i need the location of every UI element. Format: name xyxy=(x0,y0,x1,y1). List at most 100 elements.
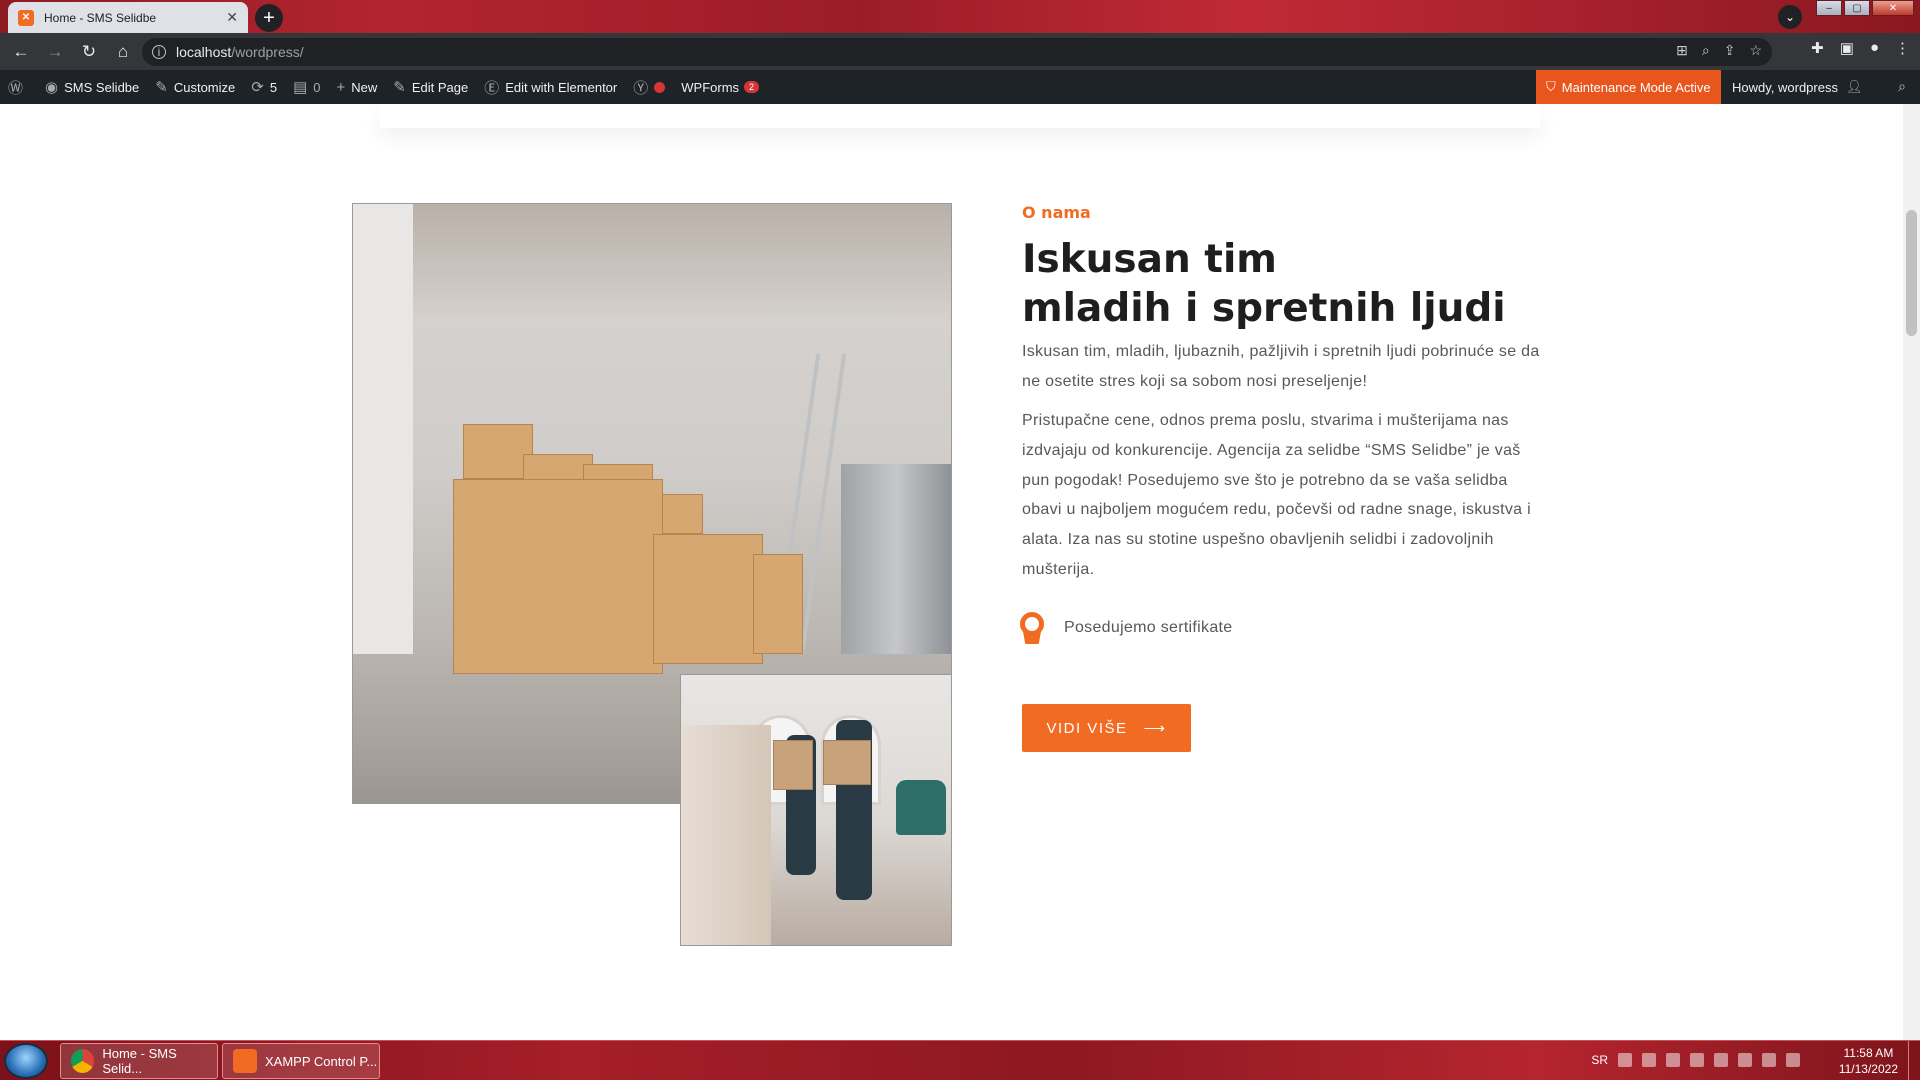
admin-edit-page[interactable]: ✎ Edit Page xyxy=(385,70,476,104)
browser-tab-strip: ✕ Home - SMS Selidbe ✕ + ⌄ – ▢ ✕ xyxy=(0,0,1920,33)
taskbar-chrome[interactable]: Home - SMS Selid... xyxy=(60,1043,218,1079)
flag-tray-icon[interactable] xyxy=(1738,1053,1752,1067)
howdy-label: Howdy, wordpress xyxy=(1732,79,1838,95)
admin-wpforms[interactable]: WPForms 2 xyxy=(673,70,767,104)
xampp-favicon-icon: ✕ xyxy=(18,9,34,26)
movers-carrying-boxes-image xyxy=(680,674,952,946)
customize-label: Customize xyxy=(173,79,236,95)
translate-icon[interactable]: ⊞ xyxy=(1676,42,1688,59)
scrollbar-thumb[interactable] xyxy=(1906,210,1917,336)
updates-count: 5 xyxy=(269,79,278,95)
extensions-icon[interactable]: ✚ xyxy=(1811,39,1824,57)
user-icon: 👤︎ xyxy=(1845,79,1863,94)
side-panel-icon[interactable]: ▣ xyxy=(1840,39,1854,57)
header-shadow xyxy=(380,104,1540,128)
pencil-icon: ✎ xyxy=(393,79,406,96)
tab-title: Home - SMS Selidbe xyxy=(44,10,157,25)
minimize-button[interactable]: – xyxy=(1816,0,1842,16)
taskbar-xampp[interactable]: XAMPP Control P... xyxy=(222,1043,380,1079)
seo-status-dot xyxy=(654,81,666,93)
bookmark-star-icon[interactable]: ☆ xyxy=(1749,42,1762,59)
admin-comments[interactable]: ▤ 0 xyxy=(285,70,328,104)
admin-edit-elementor[interactable]: Ⓔ Edit with Elementor xyxy=(476,70,625,104)
clock-time: 11:58 AM xyxy=(1843,1046,1894,1060)
xampp-task-label: XAMPP Control P... xyxy=(265,1053,378,1069)
home-icon[interactable]: ⌂ xyxy=(106,42,140,62)
usb-tray-icon[interactable] xyxy=(1690,1053,1704,1067)
maintenance-mode-badge[interactable]: ⛉ Maintenance Mode Active xyxy=(1536,70,1721,104)
reload-icon[interactable]: ↻ xyxy=(72,42,106,62)
url-host: localhost xyxy=(176,44,232,60)
admin-updates[interactable]: ⟳ 5 xyxy=(243,70,285,104)
comments-count: 0 xyxy=(313,79,321,95)
wordpress-logo[interactable]: Ⓦ xyxy=(0,70,37,104)
window-controls: – ▢ ✕ xyxy=(1814,0,1914,18)
dashboard-icon: ◉ xyxy=(45,79,59,96)
taskbar-clock[interactable]: 11:58 AM 11/13/2022 xyxy=(1839,1045,1898,1077)
network-tray-icon[interactable] xyxy=(1666,1053,1680,1067)
volume-tray-icon[interactable] xyxy=(1786,1053,1800,1067)
elementor-icon: Ⓔ xyxy=(484,79,500,97)
admin-yoast[interactable]: Ⓨ xyxy=(625,70,673,104)
new-tab-button[interactable]: + xyxy=(255,4,283,32)
button-label: VIDI VIŠE xyxy=(1046,719,1128,737)
close-tab-icon[interactable]: ✕ xyxy=(226,9,238,26)
arrow-right-icon: ⟶ xyxy=(1143,720,1167,737)
section-eyebrow: O nama xyxy=(1022,203,1091,222)
wpforms-badge: 2 xyxy=(744,81,760,93)
brush-icon: ✎ xyxy=(155,79,168,96)
display-tray-icon[interactable] xyxy=(1714,1053,1728,1067)
vidi-vise-button[interactable]: VIDI VIŠE ⟶ xyxy=(1022,704,1191,752)
certificate-label: Posedujemo sertifikate xyxy=(1064,619,1233,636)
headline-line-2: mladih i spretnih ljudi xyxy=(1022,286,1506,331)
new-label: New xyxy=(351,79,378,95)
edit-elementor-label: Edit with Elementor xyxy=(505,79,618,95)
intro-paragraph: Iskusan tim, mladih, ljubaznih, pažljivi… xyxy=(1022,343,1540,390)
wp-admin-bar: Ⓦ ◉ SMS Selidbe ✎ Customize ⟳ 5 ▤ 0 + New ✎ Ed… xyxy=(0,70,1920,104)
admin-account[interactable]: Howdy, wordpress 👤︎ xyxy=(1724,70,1870,104)
address-bar[interactable]: i localhost/wordpress/ ⊞ ⌕ ⇪ ☆ xyxy=(142,38,1772,66)
edit-page-label: Edit Page xyxy=(411,79,469,95)
browser-toolbar: ← → ↻ ⌂ i localhost/wordpress/ ⊞ ⌕ ⇪ ☆ ✚… xyxy=(0,33,1920,70)
system-tray: SR xyxy=(1591,1053,1800,1067)
menu-icon[interactable]: ⋮ xyxy=(1895,39,1910,57)
headline-line-1: Iskusan tim xyxy=(1022,237,1277,282)
admin-new[interactable]: + New xyxy=(329,70,386,104)
language-indicator[interactable]: SR xyxy=(1591,1053,1608,1067)
close-window-button[interactable]: ✕ xyxy=(1872,0,1914,16)
certificate-feature: Posedujemo sertifikate xyxy=(1020,612,1232,644)
zoom-icon[interactable]: ⌕ xyxy=(1702,42,1710,59)
wpforms-label: WPForms xyxy=(681,79,740,95)
chrome-icon xyxy=(71,1049,95,1073)
award-medal-icon xyxy=(1020,612,1044,644)
site-info-icon[interactable]: i xyxy=(152,45,166,59)
shield-icon: ⛉ xyxy=(1546,79,1556,94)
show-desktop-button[interactable] xyxy=(1908,1041,1920,1080)
admin-site-name[interactable]: ◉ SMS Selidbe xyxy=(37,70,147,104)
clock-date: 11/13/2022 xyxy=(1838,1062,1898,1076)
url-path: /wordpress/ xyxy=(231,44,304,60)
profile-icon[interactable]: ● xyxy=(1870,39,1879,57)
share-icon[interactable]: ⇪ xyxy=(1724,42,1736,59)
updates-icon: ⟳ xyxy=(251,79,264,96)
maximize-button[interactable]: ▢ xyxy=(1844,0,1870,16)
comment-icon: ▤ xyxy=(293,79,308,96)
search-icon[interactable]: ⌕ xyxy=(1898,78,1906,95)
back-icon[interactable]: ← xyxy=(4,42,38,62)
start-button[interactable] xyxy=(4,1043,48,1079)
xampp-icon xyxy=(233,1049,257,1073)
admin-customize[interactable]: ✎ Customize xyxy=(147,70,243,104)
monitor-tray-icon[interactable] xyxy=(1762,1053,1776,1067)
chrome-task-label: Home - SMS Selid... xyxy=(102,1046,177,1076)
forward-icon[interactable]: → xyxy=(38,42,72,62)
plus-icon: + xyxy=(336,78,346,96)
tab-search-icon[interactable]: ⌄ xyxy=(1778,5,1802,29)
browser-tab[interactable]: ✕ Home - SMS Selidbe ✕ xyxy=(8,2,248,33)
maintenance-label: Maintenance Mode Active xyxy=(1561,79,1711,95)
xampp-tray-icon[interactable] xyxy=(1618,1053,1632,1067)
security-tray-icon[interactable] xyxy=(1642,1053,1656,1067)
windows-taskbar: Home - SMS Selid... XAMPP Control P... S… xyxy=(0,1040,1920,1080)
yoast-icon: Ⓨ xyxy=(633,79,649,97)
section-headline: Iskusan tim mladih i spretnih ljudi xyxy=(1022,235,1622,333)
description-paragraph: Pristupačne cene, odnos prema poslu, stv… xyxy=(1022,412,1531,578)
